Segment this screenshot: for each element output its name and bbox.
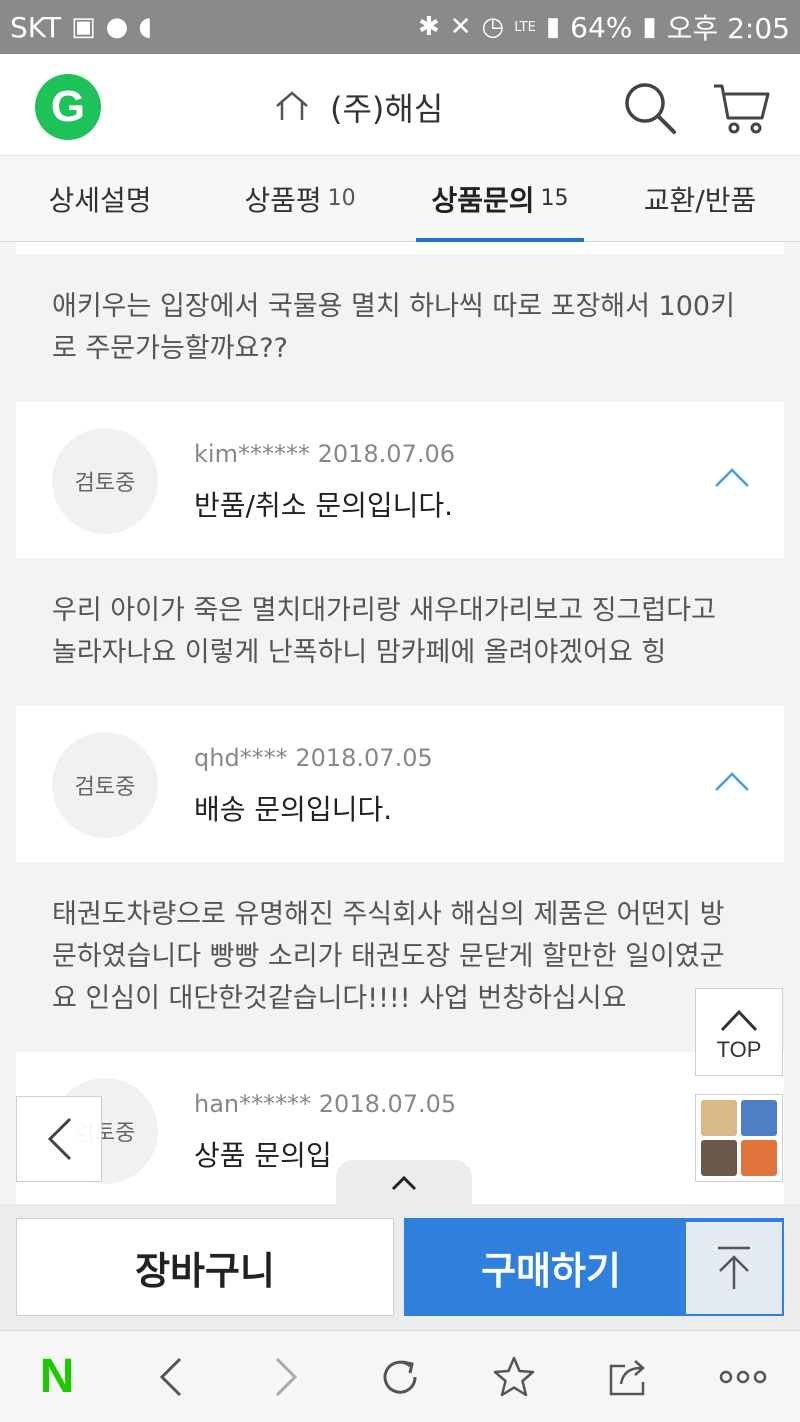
more-icon (719, 1370, 767, 1383)
question-author: qhd**** (194, 744, 288, 772)
store-title[interactable]: (주)해심 (330, 84, 443, 130)
list-item[interactable]: 검토중 qhd**** 2018.07.05 배송 문의입니다. (16, 706, 784, 862)
bean-icon: ◖ (138, 12, 153, 42)
alarm-icon: ◷ (481, 12, 505, 42)
battery-icon: ▮ (642, 12, 657, 42)
search-icon[interactable] (622, 80, 678, 136)
chevron-up-icon[interactable] (714, 770, 750, 792)
question-author: kim****** (194, 440, 310, 468)
tab-inquiries[interactable]: 상품문의 15 (400, 156, 600, 242)
question-meta: qhd**** 2018.07.05 (194, 744, 433, 772)
question-subject: 반품/취소 문의입니다. (194, 489, 454, 522)
question-body: 우리 아이가 죽은 멸치대가리랑 새우대가리보고 징그럽다고 놀라자나요 이렇게… (16, 558, 784, 706)
tab-count: 15 (540, 186, 569, 211)
chevron-left-icon (47, 1117, 72, 1161)
question-date: 2018.07.05 (318, 1090, 457, 1118)
bluetooth-icon: ✱ (417, 12, 440, 42)
status-badge: 검토중 (52, 428, 158, 534)
question-subject: 배송 문의입니다. (194, 793, 393, 826)
tab-label: 상세설명 (48, 183, 152, 217)
app-header: G (주)해심 (0, 54, 800, 156)
mute-icon: ✕ (449, 12, 472, 42)
refresh-icon (383, 1360, 417, 1394)
app-frame: SKT ▣ ● ◖ ✱ ✕ ◷ LTE ▮ 64% ▮ 오후 2:05 G (주… (0, 0, 800, 1422)
status-badge: 검토중 (52, 732, 158, 838)
tab-label: 교환/반품 (643, 183, 757, 217)
gmarket-logo[interactable]: G (35, 74, 101, 140)
tab-exchange-return[interactable]: 교환/반품 (600, 156, 800, 241)
thumb-tile (701, 1100, 737, 1136)
gallery-icon: ▣ (71, 12, 96, 42)
browser-more-button[interactable] (713, 1347, 773, 1407)
cart-icon[interactable] (710, 80, 772, 136)
chevron-up-icon (391, 1175, 417, 1191)
star-icon (494, 1356, 535, 1396)
tab-label: 상품문의 (431, 183, 535, 217)
question-subject: 상품 문의입 (194, 1139, 332, 1172)
browser-forward-button[interactable] (256, 1347, 316, 1407)
thumb-tile (741, 1140, 777, 1176)
clock-label: 오후 2:05 (666, 12, 790, 45)
network-label: LTE (514, 19, 536, 35)
signal-icon: ▮ (545, 12, 561, 42)
tab-label: 상품평 (244, 183, 322, 217)
thumb-tile (701, 1140, 737, 1176)
top-label: TOP (716, 1037, 762, 1062)
chevron-left-icon (160, 1357, 182, 1396)
product-thumbnail[interactable] (695, 1094, 783, 1182)
list-item[interactable]: 검토중 kim****** 2018.07.06 반품/취소 문의입니다. (16, 402, 784, 558)
browser-back-button[interactable] (141, 1347, 201, 1407)
browser-share-button[interactable] (599, 1347, 659, 1407)
add-to-cart-button[interactable]: 장바구니 (16, 1218, 394, 1316)
arrow-up-icon (718, 1246, 750, 1289)
question-meta: han****** 2018.07.05 (194, 1090, 456, 1118)
status-left: SKT ▣ ● ◖ (10, 11, 152, 44)
home-icon[interactable] (274, 90, 310, 122)
naver-home-button[interactable]: N (27, 1347, 87, 1407)
back-button[interactable] (16, 1096, 102, 1182)
question-date: 2018.07.05 (295, 744, 433, 772)
scroll-up-button[interactable] (686, 1222, 782, 1314)
talk-icon: ● (105, 12, 129, 42)
browser-bookmark-button[interactable] (484, 1347, 544, 1407)
question-author: han****** (194, 1090, 312, 1118)
share-icon (609, 1359, 645, 1395)
tab-reviews[interactable]: 상품평 10 (200, 156, 400, 241)
scroll-top-button[interactable]: TOP (695, 988, 783, 1076)
browser-nav-bar: N (0, 1330, 800, 1422)
purchase-bar: 장바구니 구매하기 (0, 1204, 800, 1330)
question-body: 태권도차량으로 유명해진 주식회사 해심의 제품은 어떤지 방문하였습니다 빵빵… (16, 862, 784, 1052)
status-bar: SKT ▣ ● ◖ ✱ ✕ ◷ LTE ▮ 64% ▮ 오후 2:05 (0, 0, 800, 54)
battery-label: 64% (570, 10, 633, 44)
chevron-up-icon (720, 1009, 758, 1032)
qna-list: 애키우는 입장에서 국물용 멸치 하나씩 따로 포장해서 100키로 주문가능할… (16, 242, 784, 1204)
product-tabs: 상세설명 상품평 10 상품문의 15 교환/반품 (0, 156, 800, 242)
chevron-up-icon[interactable] (714, 466, 750, 488)
tab-count: 10 (327, 186, 356, 211)
browser-refresh-button[interactable] (370, 1347, 430, 1407)
question-date: 2018.07.06 (317, 440, 456, 468)
option-drawer-handle[interactable] (336, 1160, 472, 1206)
thumb-tile (741, 1100, 777, 1136)
carrier-label: SKT (10, 10, 62, 44)
tab-detail[interactable]: 상세설명 (0, 156, 200, 241)
status-right: ✱ ✕ ◷ LTE ▮ 64% ▮ 오후 2:05 (418, 7, 790, 47)
question-body: 애키우는 입장에서 국물용 멸치 하나씩 따로 포장해서 100키로 주문가능할… (16, 254, 784, 402)
chevron-right-icon (275, 1357, 297, 1396)
list-top-spacer (16, 242, 784, 254)
question-meta: kim****** 2018.07.06 (194, 440, 455, 468)
